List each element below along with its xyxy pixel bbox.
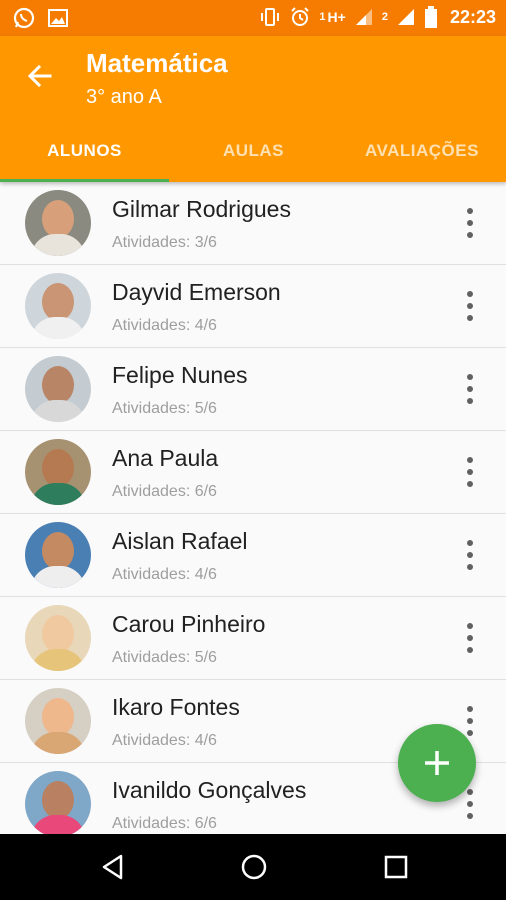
tab-alunos[interactable]: ALUNOS	[0, 120, 169, 182]
more-vert-icon[interactable]	[460, 453, 480, 491]
clock: 22:23	[449, 6, 496, 27]
student-name: Dayvid Emerson	[112, 279, 281, 305]
triangle-back-icon	[102, 854, 123, 880]
student-activities: Atividades: 5/6	[112, 649, 217, 666]
network-type: H+	[327, 9, 346, 25]
battery-icon	[424, 6, 438, 28]
avatar	[25, 605, 91, 671]
student-name: Felipe Nunes	[112, 362, 248, 388]
more-vert-icon[interactable]	[460, 370, 480, 408]
student-activities: Atividades: 3/6	[112, 234, 217, 251]
alarm-icon	[289, 6, 311, 28]
list-item[interactable]: Gilmar Rodrigues Atividades: 3/6	[0, 182, 506, 265]
student-name: Gilmar Rodrigues	[112, 196, 291, 222]
status-bar: 1 H+ 2 22:23	[0, 0, 506, 36]
vibrate-icon	[259, 6, 281, 28]
student-name: Carou Pinheiro	[112, 611, 266, 637]
signal-icon-2	[396, 7, 416, 27]
page-subtitle: 3° ano A	[86, 86, 162, 108]
nav-back-button[interactable]	[98, 852, 128, 882]
signal-icon	[354, 7, 374, 27]
student-name: Ivanildo Gonçalves	[112, 777, 307, 803]
student-activities: Atividades: 5/6	[112, 400, 217, 417]
list-item[interactable]: Ana Paula Atividades: 6/6	[0, 431, 506, 514]
avatar	[25, 190, 91, 256]
page-title: Matemática	[86, 48, 228, 78]
whatsapp-icon	[12, 6, 36, 30]
student-activities: Atividades: 6/6	[112, 815, 217, 832]
student-name: Ana Paula	[112, 445, 219, 471]
circle-home-icon	[241, 854, 267, 880]
nav-home-button[interactable]	[239, 852, 269, 882]
tab-indicator	[0, 179, 169, 182]
more-vert-icon[interactable]	[460, 619, 480, 657]
square-recents-icon	[384, 855, 408, 879]
student-activities: Atividades: 4/6	[112, 317, 217, 334]
arrow-left-icon	[27, 64, 52, 88]
avatar	[25, 688, 91, 754]
app-bar: Matemática 3° ano A ALUNOS AULAS AVALIAÇ…	[0, 36, 506, 182]
list-item[interactable]: Dayvid Emerson Atividades: 4/6	[0, 265, 506, 348]
more-vert-icon[interactable]	[460, 536, 480, 574]
sim1-label: 1	[319, 11, 326, 23]
tab-bar: ALUNOS AULAS AVALIAÇÕES	[0, 120, 506, 182]
add-student-button[interactable]	[398, 724, 476, 802]
student-activities: Atividades: 4/6	[112, 566, 217, 583]
student-name: Aislan Rafael	[112, 528, 248, 554]
tab-avaliacoes[interactable]: AVALIAÇÕES	[338, 120, 506, 182]
tab-aulas[interactable]: AULAS	[169, 120, 338, 182]
student-activities: Atividades: 4/6	[112, 732, 217, 749]
avatar	[25, 273, 91, 339]
sim2-label: 2	[381, 11, 388, 23]
list-item[interactable]: Aislan Rafael Atividades: 4/6	[0, 514, 506, 597]
avatar	[25, 771, 91, 834]
plus-icon	[425, 751, 449, 775]
list-item[interactable]: Carou Pinheiro Atividades: 5/6	[0, 597, 506, 680]
list-item[interactable]: Felipe Nunes Atividades: 5/6	[0, 348, 506, 431]
nav-recents-button[interactable]	[381, 852, 411, 882]
back-button[interactable]	[24, 60, 56, 92]
student-activities: Atividades: 6/6	[112, 483, 217, 500]
avatar	[25, 356, 91, 422]
system-nav-bar	[0, 834, 506, 900]
more-vert-icon[interactable]	[460, 287, 480, 325]
gallery-icon	[46, 6, 70, 30]
student-name: Ikaro Fontes	[112, 694, 240, 720]
avatar	[25, 522, 91, 588]
avatar	[25, 439, 91, 505]
more-vert-icon[interactable]	[460, 204, 480, 242]
